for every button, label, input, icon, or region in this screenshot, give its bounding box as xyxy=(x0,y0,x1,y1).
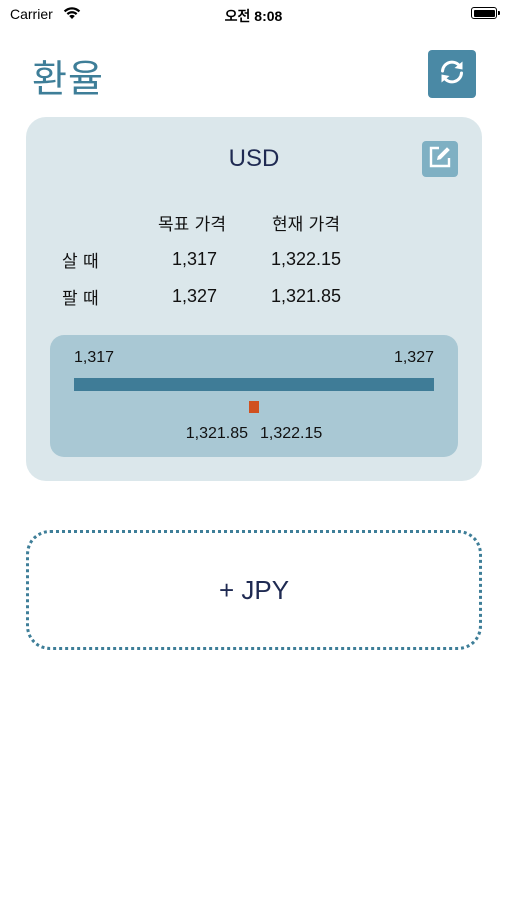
status-time: 오전 8:08 xyxy=(224,8,283,24)
currency-code: USD xyxy=(228,145,280,172)
range-min-label: 1,317 xyxy=(74,349,115,366)
current-sell-label: 1,321.85 xyxy=(185,425,248,442)
range-max-label: 1,327 xyxy=(393,349,434,366)
current-price-marker xyxy=(249,401,259,413)
sell-current-price: 1,321.85 xyxy=(271,286,342,306)
range-track xyxy=(74,378,434,391)
buy-current-price: 1,322.15 xyxy=(271,249,342,269)
page-title: 환율 xyxy=(32,57,104,101)
status-bar: Carrier 오전 8:08 xyxy=(0,0,507,30)
edit-button[interactable] xyxy=(422,141,458,177)
add-currency-card[interactable]: + JPY xyxy=(26,530,482,650)
refresh-button[interactable] xyxy=(428,50,476,98)
buy-target-price: 1,317 xyxy=(172,249,218,269)
price-range-panel: 1,317 1,327 1,321.85 1,322.15 xyxy=(50,335,458,457)
column-header-current: 현재 가격 xyxy=(272,215,340,235)
row-label-buy: 살 때 xyxy=(62,252,99,272)
currency-card-usd[interactable]: USD 목표 가격 현재 가격 살 때 1,317 1,322.15 팔 때 1… xyxy=(26,117,482,481)
refresh-icon xyxy=(436,56,468,93)
battery-fill xyxy=(473,9,495,17)
battery-nub xyxy=(498,11,500,15)
sell-target-price: 1,327 xyxy=(172,286,218,306)
edit-icon xyxy=(427,144,453,175)
current-buy-label: 1,322.15 xyxy=(260,425,323,442)
column-header-target: 목표 가격 xyxy=(158,215,226,235)
row-label-sell: 팔 때 xyxy=(62,289,99,309)
add-currency-label: + JPY xyxy=(218,574,290,605)
battery-icon xyxy=(471,7,500,19)
